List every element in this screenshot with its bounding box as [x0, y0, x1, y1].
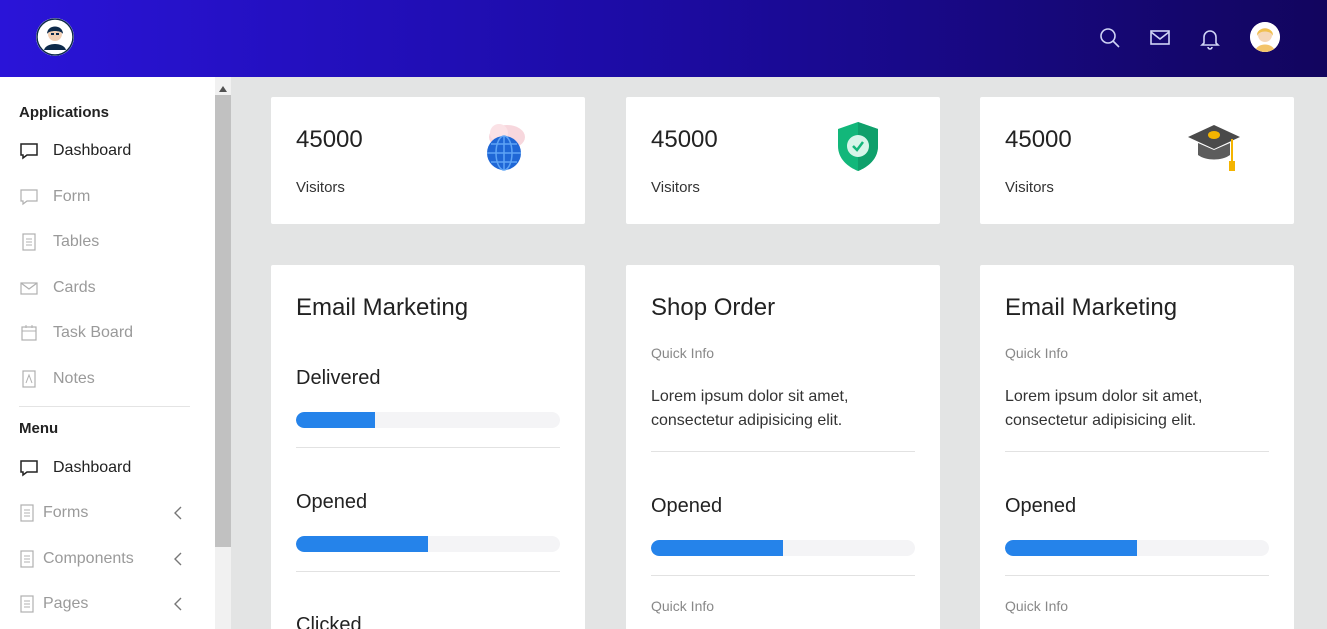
- shield-check-icon: [830, 119, 886, 175]
- stat-card-2: 45000 Visitors: [626, 97, 940, 224]
- menu-item-dashboard[interactable]: Dashboard: [19, 456, 194, 480]
- mail-icon[interactable]: [1148, 26, 1172, 50]
- chevron-left-icon[interactable]: [172, 505, 184, 521]
- scroll-up-arrow-icon[interactable]: [218, 81, 228, 92]
- separator: [296, 447, 560, 448]
- quick-info-label: Quick Info: [651, 598, 715, 614]
- card-description: Lorem ipsum dolor sit amet, consectetur …: [1005, 388, 1203, 429]
- separator: [651, 575, 915, 576]
- document-icon: [19, 550, 35, 568]
- section-title-applications: Applications: [19, 104, 110, 121]
- metric-label: Opened: [651, 495, 723, 517]
- progress-fill: [1005, 540, 1137, 556]
- document-icon: [19, 595, 35, 613]
- stat-card-1: 45000 Visitors: [271, 97, 585, 224]
- chevron-left-icon[interactable]: [172, 551, 184, 567]
- search-icon[interactable]: [1098, 26, 1122, 50]
- sidebar-item-notes[interactable]: Notes: [19, 367, 194, 391]
- metric-label: Opened: [296, 491, 368, 513]
- metric-label: Clicked: [296, 614, 362, 629]
- comment-icon: [19, 187, 39, 207]
- graduation-cap-icon: [1186, 119, 1242, 175]
- menu-item-pages[interactable]: Pages: [19, 592, 194, 616]
- comment-icon: [19, 458, 39, 478]
- stat-label: Visitors: [296, 179, 345, 196]
- sidebar-item-label: Pages: [43, 595, 89, 612]
- email-marketing-card-2: Email Marketing Quick Info Lorem ipsum d…: [980, 265, 1294, 629]
- sidebar-item-label: Forms: [43, 504, 89, 521]
- stat-value: 45000: [1005, 126, 1072, 153]
- sidebar-item-tables[interactable]: Tables: [19, 230, 194, 254]
- sidebar-item-form[interactable]: Form: [19, 185, 194, 209]
- bell-icon[interactable]: [1198, 26, 1222, 50]
- stat-label: Visitors: [1005, 179, 1054, 196]
- menu-item-components[interactable]: Components: [19, 547, 194, 571]
- sidebar-item-dashboard[interactable]: Dashboard: [19, 139, 194, 163]
- sidebar-item-label: Tables: [53, 233, 100, 250]
- comment-icon: [19, 141, 39, 161]
- metric-label: Opened: [1005, 495, 1077, 517]
- sidebar-item-task-board[interactable]: Task Board: [19, 321, 194, 345]
- chevron-left-icon[interactable]: [172, 596, 184, 612]
- stat-card-3: 45000 Visitors: [980, 97, 1294, 224]
- mail-icon: [19, 278, 39, 298]
- progress-bar-opened: [296, 536, 560, 552]
- progress-bar-opened: [1005, 540, 1269, 556]
- sidebar-item-label: Dashboard: [53, 459, 132, 476]
- section-title-menu: Menu: [19, 420, 59, 437]
- sidebar-item-label: Cards: [53, 279, 96, 296]
- sidebar-item-label: Form: [53, 188, 91, 205]
- logo[interactable]: [36, 18, 74, 56]
- stat-label: Visitors: [651, 179, 700, 196]
- card-title: Email Marketing: [1005, 294, 1178, 321]
- sidebar-scrollbar[interactable]: [215, 77, 231, 629]
- sidebar-item-cards[interactable]: Cards: [19, 276, 194, 300]
- separator: [296, 571, 560, 572]
- quick-info-label: Quick Info: [1005, 345, 1069, 361]
- scrollbar-thumb[interactable]: [215, 95, 231, 547]
- quick-info-label: Quick Info: [651, 345, 715, 361]
- shop-order-card: Shop Order Quick Info Lorem ipsum dolor …: [626, 265, 940, 629]
- separator: [1005, 451, 1269, 452]
- stat-value: 45000: [296, 126, 363, 153]
- user-avatar[interactable]: [1250, 22, 1280, 52]
- sidebar-item-label: Task Board: [53, 324, 134, 341]
- progress-fill: [651, 540, 783, 556]
- progress-bar-delivered: [296, 412, 560, 428]
- document-icon: [19, 504, 35, 522]
- sidebar-item-label: Dashboard: [53, 142, 132, 159]
- sidebar-item-label: Notes: [53, 370, 95, 387]
- document-icon: [19, 232, 39, 252]
- separator: [651, 451, 915, 452]
- progress-bar-opened: [651, 540, 915, 556]
- globe-cloud-icon: [477, 117, 533, 173]
- sidebar-item-label: Components: [43, 550, 134, 567]
- progress-fill: [296, 412, 376, 428]
- stat-value: 45000: [651, 126, 718, 153]
- sidebar-divider: [19, 406, 190, 407]
- top-header: [0, 0, 1327, 77]
- sidebar: Applications Dashboard Form Tables Cards…: [0, 77, 215, 629]
- menu-item-forms[interactable]: Forms: [19, 501, 194, 525]
- email-marketing-card: Email Marketing Delivered Opened Clicked: [271, 265, 585, 629]
- progress-fill: [296, 536, 428, 552]
- card-description: Lorem ipsum dolor sit amet, consectetur …: [651, 388, 849, 429]
- calendar-icon: [19, 323, 39, 343]
- quick-info-label: Quick Info: [1005, 598, 1069, 614]
- metric-label: Delivered: [296, 367, 381, 389]
- pdf-icon: [19, 369, 39, 389]
- card-title: Shop Order: [651, 294, 776, 321]
- separator: [1005, 575, 1269, 576]
- card-title: Email Marketing: [296, 294, 469, 321]
